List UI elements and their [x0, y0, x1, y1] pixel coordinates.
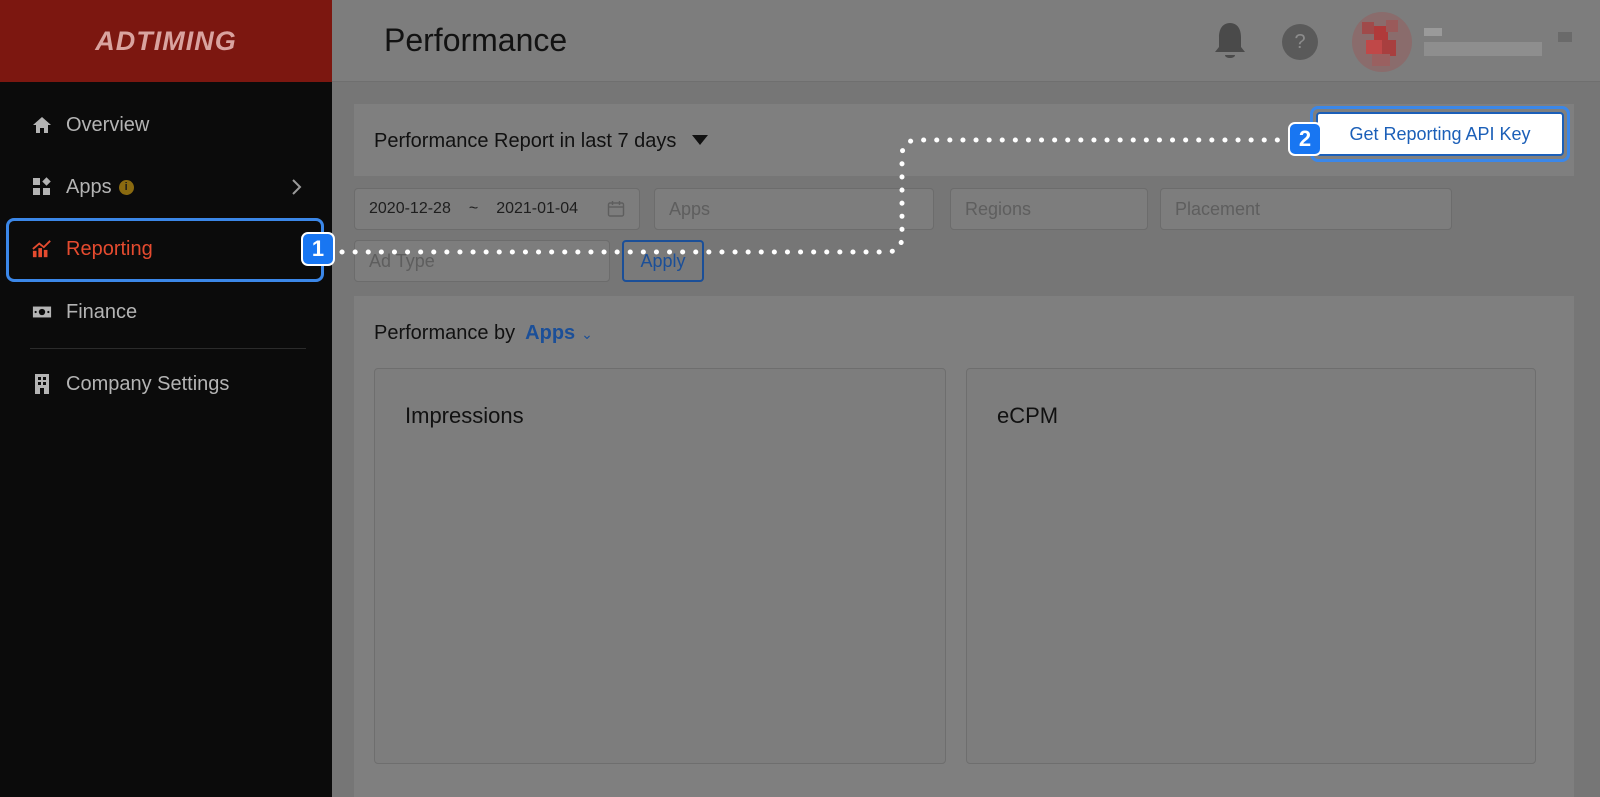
chevron-right-icon	[292, 179, 302, 195]
sidebar-item-overview[interactable]: Overview	[0, 97, 332, 153]
calendar-icon	[607, 201, 625, 217]
date-separator: ~	[468, 200, 479, 217]
sidebar-item-finance[interactable]: Finance	[0, 284, 332, 340]
impressions-card: Impressions	[374, 368, 946, 764]
apply-button[interactable]: Apply	[622, 240, 704, 282]
date-start: 2020-12-28	[369, 200, 451, 217]
page-title: Performance	[384, 22, 568, 58]
performance-by-label: Performance by	[374, 322, 516, 344]
apps-filter-select[interactable]: Apps	[654, 188, 934, 230]
step-1-badge: 1	[301, 232, 335, 266]
ecpm-card: eCPM	[966, 368, 1536, 764]
logo-bar: ADTIMING	[0, 0, 332, 82]
main-content: Performance Report in last 7 days Get Re…	[332, 82, 1600, 797]
sidebar-item-label: Apps	[66, 175, 112, 198]
info-icon[interactable]: i	[118, 179, 134, 195]
sidebar-item-label: Company Settings	[66, 372, 230, 395]
ad-type-filter-select[interactable]: Ad Type	[354, 240, 610, 282]
logo[interactable]: ADTIMING	[95, 26, 236, 57]
card-title: Impressions	[405, 403, 524, 428]
performance-panel: Performance by Apps ⌄ Impressions eCPM	[354, 296, 1574, 797]
sidebar-item-apps[interactable]: Apps i	[0, 159, 332, 215]
nav-divider	[30, 348, 306, 349]
bell-icon[interactable]	[1212, 20, 1248, 62]
performance-by-header: Performance by Apps ⌄	[374, 322, 593, 345]
report-title: Performance Report in last 7 days	[374, 130, 677, 152]
card-title: eCPM	[997, 403, 1059, 428]
user-info-blurred[interactable]	[1424, 26, 1576, 62]
sidebar-item-company-settings[interactable]: Company Settings	[0, 356, 332, 412]
date-range-picker[interactable]: 2020-12-28 ~ 2021-01-04	[354, 188, 640, 230]
sidebar-item-label: Overview	[66, 113, 150, 136]
report-period-dropdown[interactable]: Performance Report in last 7 days	[374, 130, 709, 153]
date-end: 2021-01-04	[496, 200, 579, 217]
regions-filter-select[interactable]: Regions	[950, 188, 1148, 230]
home-icon	[32, 115, 52, 135]
apps-grid-icon	[32, 177, 52, 197]
chevron-down-icon[interactable]: ⌄	[581, 326, 593, 342]
step-2-badge: 2	[1288, 122, 1322, 156]
logo-text: ADTIMING	[95, 25, 237, 56]
avatar[interactable]	[1352, 12, 1412, 72]
group-by-dropdown[interactable]: Apps	[525, 322, 575, 344]
top-header: Performance ?	[332, 0, 1600, 82]
money-icon	[32, 302, 52, 322]
get-reporting-api-key-button[interactable]: Get Reporting API Key	[1316, 112, 1564, 156]
placement-filter-select[interactable]: Placement	[1160, 188, 1452, 230]
help-icon[interactable]: ?	[1282, 24, 1318, 60]
caret-down-icon	[692, 135, 709, 145]
sidebar-item-label: Finance	[66, 300, 138, 323]
reporting-highlight	[6, 218, 324, 282]
sidebar: ADTIMING Overview Apps i Reporting Finan…	[0, 0, 332, 797]
building-icon	[32, 374, 52, 394]
